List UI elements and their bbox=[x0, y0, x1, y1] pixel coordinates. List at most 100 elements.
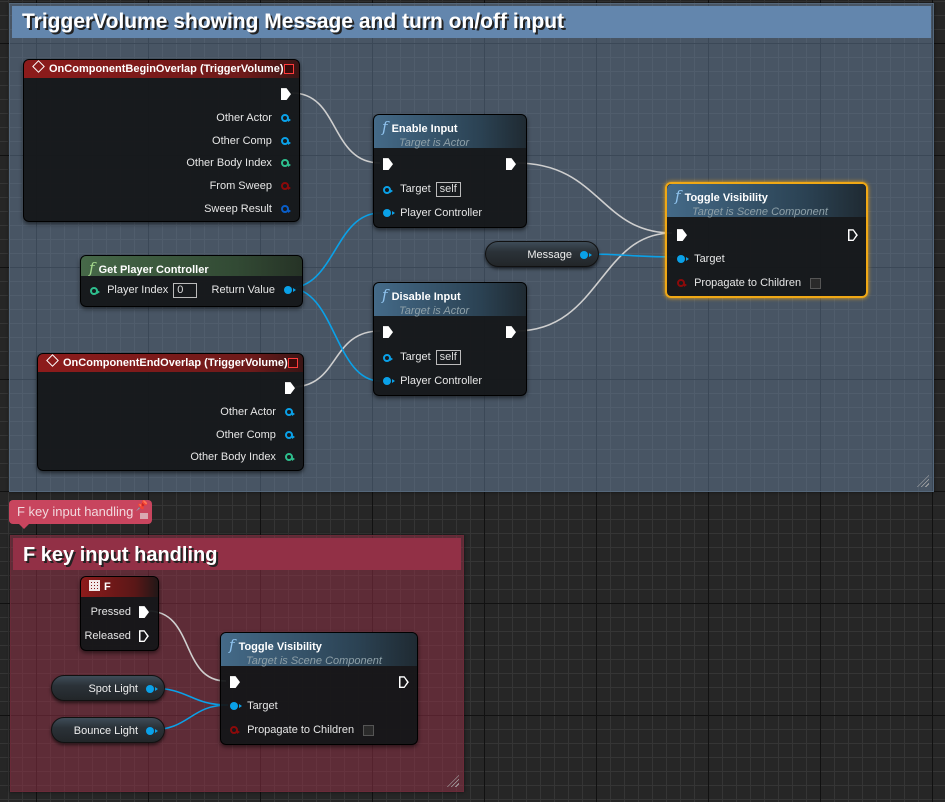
exec-pin-icon[interactable] bbox=[506, 158, 516, 171]
pin-other-comp[interactable]: Other Comp bbox=[216, 428, 295, 442]
stop-icon[interactable] bbox=[284, 64, 294, 74]
pin-other-actor[interactable]: Other Actor bbox=[220, 405, 295, 419]
exec-pin-icon[interactable] bbox=[230, 676, 240, 689]
object-pin-icon[interactable] bbox=[285, 408, 295, 417]
pin-target[interactable]: Target self bbox=[383, 350, 461, 365]
target-value[interactable]: self bbox=[435, 350, 461, 365]
pin-pressed[interactable]: Pressed bbox=[91, 605, 149, 619]
exec-pin-icon[interactable] bbox=[139, 630, 149, 642]
pin-return-value[interactable]: Return Value bbox=[212, 283, 296, 297]
integer-pin-icon[interactable] bbox=[285, 453, 295, 462]
node-title: F bbox=[104, 581, 111, 593]
target-value[interactable]: self bbox=[435, 182, 461, 197]
pin-other-comp[interactable]: Other Comp bbox=[212, 134, 291, 148]
object-pin-icon[interactable] bbox=[383, 353, 393, 362]
object-pin-icon[interactable] bbox=[281, 137, 291, 146]
propagate-checkbox[interactable] bbox=[363, 724, 375, 736]
node-header[interactable]: f Toggle Visibility Target is Scene Compo… bbox=[221, 633, 417, 667]
struct-pin-icon[interactable] bbox=[281, 205, 291, 214]
object-pin-icon[interactable] bbox=[284, 286, 296, 295]
node-header[interactable]: OnComponentBeginOverlap (TriggerVolume) bbox=[24, 60, 299, 78]
exec-out-pin[interactable] bbox=[848, 228, 858, 242]
exec-pin-icon[interactable] bbox=[383, 158, 393, 171]
object-pin-icon[interactable] bbox=[677, 255, 689, 264]
pin-other-body-index[interactable]: Other Body Index bbox=[186, 156, 291, 170]
pin-target[interactable]: Target self bbox=[383, 182, 461, 197]
pin-other-body-index[interactable]: Other Body Index bbox=[190, 450, 295, 464]
exec-pin-icon[interactable] bbox=[139, 606, 149, 619]
pin-propagate-to-children[interactable]: Propagate to Children bbox=[230, 723, 375, 737]
pin-icon[interactable]: 📌 bbox=[136, 502, 148, 512]
pin-player-controller[interactable]: Player Controller bbox=[383, 374, 482, 388]
object-pin-icon[interactable] bbox=[383, 377, 395, 386]
function-icon: f bbox=[229, 636, 235, 654]
pin-sweep-result[interactable]: Sweep Result bbox=[204, 202, 291, 216]
exec-in-pin[interactable] bbox=[383, 157, 393, 171]
exec-pin-icon[interactable] bbox=[399, 676, 409, 688]
boolean-pin-icon[interactable] bbox=[230, 726, 240, 735]
node-toggle-visibility-message[interactable]: f Toggle Visibility Target is Scene Compo… bbox=[665, 182, 868, 298]
node-header[interactable]: f Enable Input Target is Actor bbox=[374, 115, 526, 149]
exec-pin-icon[interactable] bbox=[848, 229, 858, 241]
boolean-pin-icon[interactable] bbox=[677, 279, 687, 288]
resize-handle[interactable] bbox=[917, 475, 929, 487]
object-pin-icon[interactable] bbox=[580, 251, 592, 259]
pin-player-controller[interactable]: Player Controller bbox=[383, 206, 482, 220]
node-header[interactable]: f Get Player Controller bbox=[81, 256, 302, 277]
pin-from-sweep[interactable]: From Sweep bbox=[210, 179, 291, 193]
exec-pin-icon[interactable] bbox=[281, 88, 291, 101]
player-index-input[interactable]: 0 bbox=[173, 283, 198, 298]
node-on-component-end-overlap[interactable]: OnComponentEndOverlap (TriggerVolume) Ot… bbox=[37, 353, 304, 471]
variable-message[interactable]: Message bbox=[485, 241, 599, 267]
node-get-player-controller[interactable]: f Get Player Controller Player Index 0 Ret… bbox=[80, 255, 303, 307]
node-header[interactable]: OnComponentEndOverlap (TriggerVolume) bbox=[38, 354, 303, 372]
exec-in-pin[interactable] bbox=[383, 325, 393, 339]
exec-pin-icon[interactable] bbox=[506, 326, 516, 339]
object-pin-icon[interactable] bbox=[146, 727, 158, 735]
exec-out-pin[interactable] bbox=[399, 675, 409, 689]
integer-pin-icon[interactable] bbox=[90, 286, 100, 295]
node-on-component-begin-overlap[interactable]: OnComponentBeginOverlap (TriggerVolume) … bbox=[23, 59, 300, 222]
exec-pin-icon[interactable] bbox=[285, 382, 295, 395]
pin-target[interactable]: Target bbox=[677, 252, 725, 266]
object-pin-icon[interactable] bbox=[383, 209, 395, 218]
resize-handle[interactable] bbox=[447, 775, 459, 787]
variable-spot-light[interactable]: Spot Light bbox=[51, 675, 165, 701]
variable-bounce-light[interactable]: Bounce Light bbox=[51, 717, 165, 743]
object-pin-icon[interactable] bbox=[230, 702, 242, 711]
pin-label: Player Index bbox=[107, 284, 169, 297]
node-header[interactable]: F bbox=[81, 577, 158, 597]
pin-propagate-to-children[interactable]: Propagate to Children bbox=[677, 276, 822, 290]
node-enable-input[interactable]: f Enable Input Target is Actor Target self… bbox=[373, 114, 527, 228]
pin-other-actor[interactable]: Other Actor bbox=[216, 111, 291, 125]
node-header[interactable]: f Toggle Visibility Target is Scene Compo… bbox=[667, 184, 866, 218]
node-disable-input[interactable]: f Disable Input Target is Actor Target sel… bbox=[373, 282, 527, 396]
comment-bubble[interactable]: F key input handling 📌 bbox=[9, 500, 152, 529]
bubble-toggle-icon[interactable] bbox=[140, 513, 148, 519]
object-pin-icon[interactable] bbox=[383, 185, 393, 194]
node-header[interactable]: f Disable Input Target is Actor bbox=[374, 283, 526, 317]
node-f-key-event[interactable]: F Pressed Released bbox=[80, 576, 159, 651]
object-pin-icon[interactable] bbox=[281, 114, 291, 123]
function-icon: f bbox=[382, 118, 388, 136]
stop-icon[interactable] bbox=[288, 358, 298, 368]
exec-out-pin[interactable] bbox=[506, 325, 516, 339]
exec-in-pin[interactable] bbox=[677, 228, 687, 242]
pin-target[interactable]: Target bbox=[230, 699, 278, 713]
object-pin-icon[interactable] bbox=[146, 685, 158, 693]
comment-title[interactable]: F key input handling bbox=[13, 538, 461, 570]
comment-title[interactable]: TriggerVolume showing Message and turn o… bbox=[12, 6, 931, 38]
exec-pin-icon[interactable] bbox=[677, 229, 687, 242]
object-pin-icon[interactable] bbox=[285, 431, 295, 440]
node-toggle-visibility-lights[interactable]: f Toggle Visibility Target is Scene Compo… bbox=[220, 632, 418, 745]
exec-pin-icon[interactable] bbox=[383, 326, 393, 339]
exec-out-pin[interactable] bbox=[281, 87, 291, 101]
pin-player-index[interactable]: Player Index 0 bbox=[90, 283, 198, 298]
pin-released[interactable]: Released bbox=[84, 629, 149, 643]
exec-out-pin[interactable] bbox=[506, 157, 516, 171]
exec-out-pin[interactable] bbox=[285, 381, 295, 395]
propagate-checkbox[interactable] bbox=[810, 277, 822, 289]
exec-in-pin[interactable] bbox=[230, 675, 240, 689]
integer-pin-icon[interactable] bbox=[281, 159, 291, 168]
boolean-pin-icon[interactable] bbox=[281, 182, 291, 191]
